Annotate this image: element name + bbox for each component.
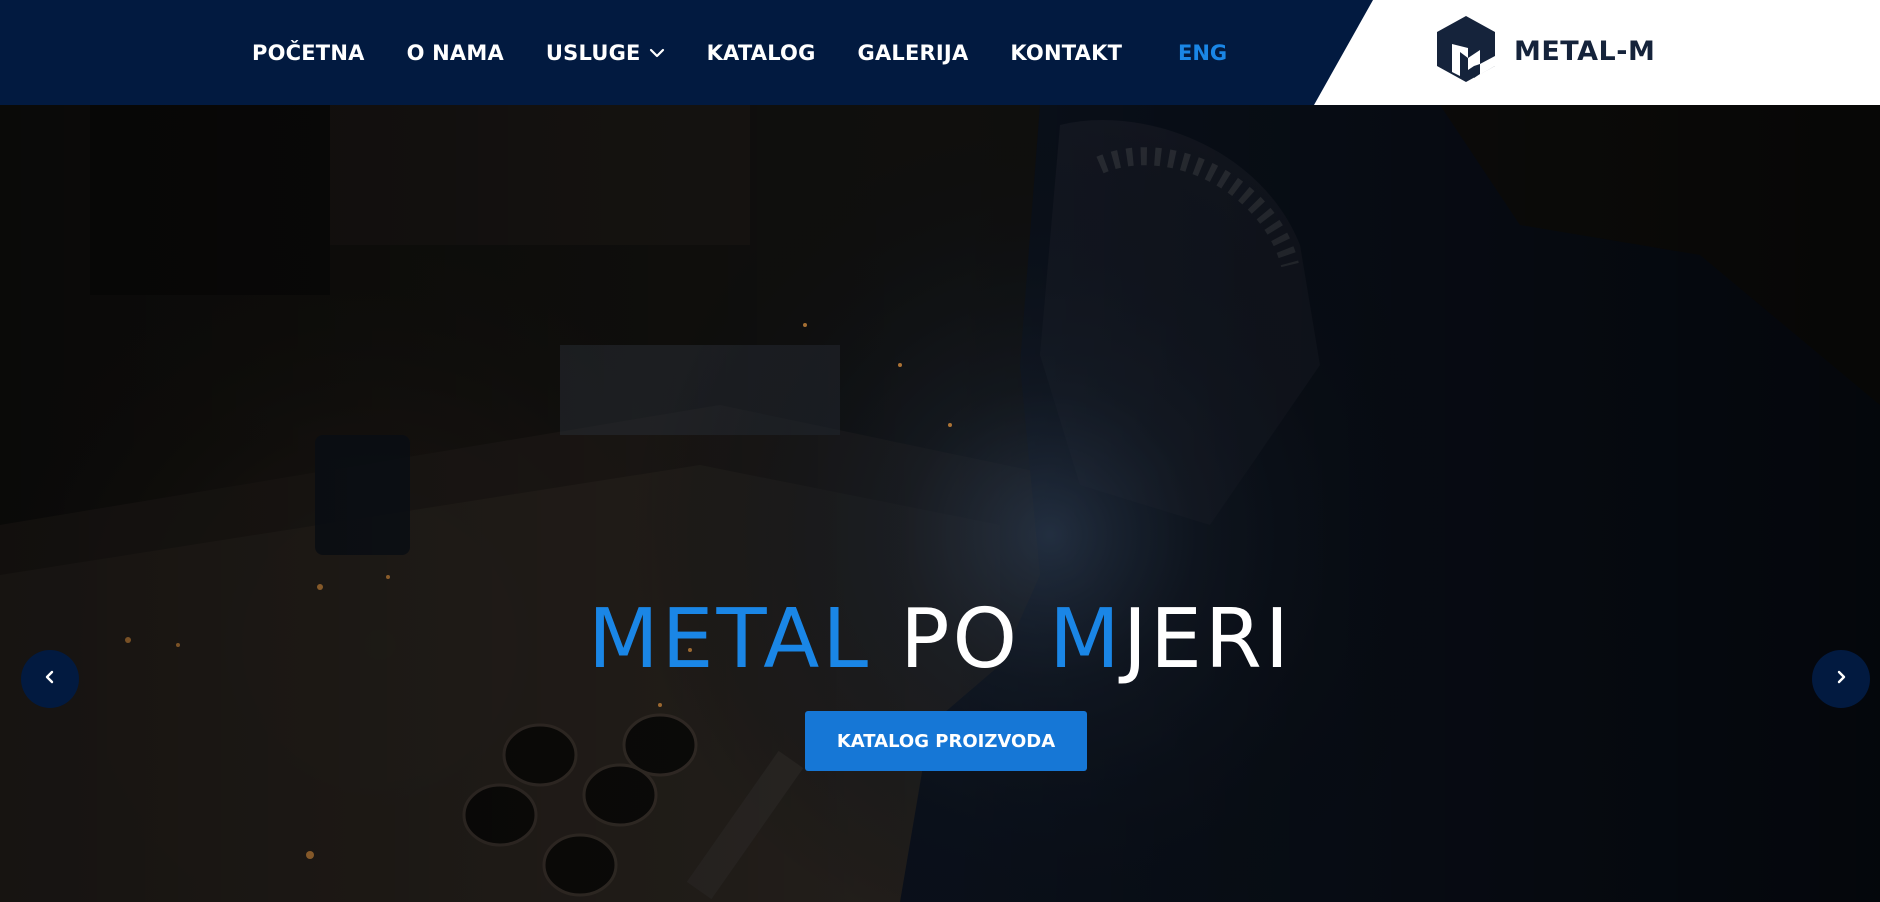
hero-title-letter-m: M [1049, 592, 1123, 687]
site-header: POČETNA O NAMA USLUGE KATALOG GALERIJA K… [0, 0, 1880, 105]
logo-text: METAL-M [1514, 36, 1656, 67]
nav-item-usluge-label: USLUGE [545, 40, 641, 65]
metal-m-logo-icon [1434, 14, 1498, 89]
chevron-right-icon [1834, 669, 1848, 690]
catalog-button[interactable]: KATALOG PROIZVODA [805, 711, 1087, 771]
slider-next-button[interactable] [1812, 650, 1870, 708]
hero-title-word-metal: METAL [587, 592, 871, 687]
main-nav: POČETNA O NAMA USLUGE KATALOG GALERIJA K… [252, 0, 1164, 105]
nav-item-katalog[interactable]: KATALOG [707, 41, 816, 65]
nav-item-usluge[interactable]: USLUGE [546, 41, 665, 65]
language-switch-eng[interactable]: ENG [1178, 0, 1227, 105]
chevron-left-icon [43, 669, 57, 690]
site-logo[interactable]: METAL-M [1434, 14, 1655, 89]
chevron-down-icon [649, 48, 665, 58]
nav-item-o-nama[interactable]: O NAMA [407, 41, 504, 65]
hero-title: METAL PO MJERI [0, 595, 1880, 685]
hero-slider: METAL PO MJERI KATALOG PROIZVODA [0, 105, 1880, 902]
hero-title-word-po: PO [900, 592, 1021, 687]
slider-prev-button[interactable] [21, 650, 79, 708]
logo-area: METAL-M [1310, 0, 1880, 105]
hero-background-image [0, 105, 1880, 902]
nav-item-kontakt[interactable]: KONTAKT [1010, 41, 1122, 65]
nav-item-pocetna[interactable]: POČETNA [252, 41, 365, 65]
nav-item-galerija[interactable]: GALERIJA [858, 41, 969, 65]
hero-title-word-jeri: JERI [1122, 592, 1293, 687]
